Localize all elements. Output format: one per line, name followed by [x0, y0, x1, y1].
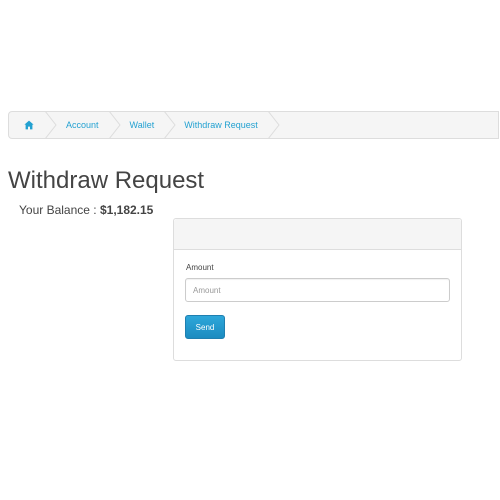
breadcrumb-separator [108, 112, 121, 138]
balance-label: Your Balance : [19, 203, 97, 217]
home-icon [24, 120, 34, 130]
breadcrumb-account[interactable]: Account [57, 112, 109, 138]
page: Account Wallet Withdraw Request Withdraw… [0, 0, 500, 500]
breadcrumb: Account Wallet Withdraw Request [8, 111, 499, 139]
amount-label: Amount [186, 263, 214, 272]
breadcrumb-wallet[interactable]: Wallet [121, 112, 165, 138]
balance-amount: $1,182.15 [99, 203, 154, 217]
balance-line: Your Balance : $1,182.15 [19, 202, 153, 218]
breadcrumb-separator [45, 112, 57, 138]
breadcrumb-separator [267, 112, 280, 138]
breadcrumb-separator [164, 112, 176, 138]
breadcrumb-withdraw-request[interactable]: Withdraw Request [176, 112, 268, 138]
page-title: Withdraw Request [8, 167, 205, 194]
panel-heading [174, 219, 461, 250]
withdraw-panel: Amount Send [173, 218, 462, 361]
breadcrumb-home[interactable] [9, 112, 45, 138]
amount-input[interactable] [185, 278, 450, 302]
send-button[interactable]: Send [185, 315, 225, 339]
